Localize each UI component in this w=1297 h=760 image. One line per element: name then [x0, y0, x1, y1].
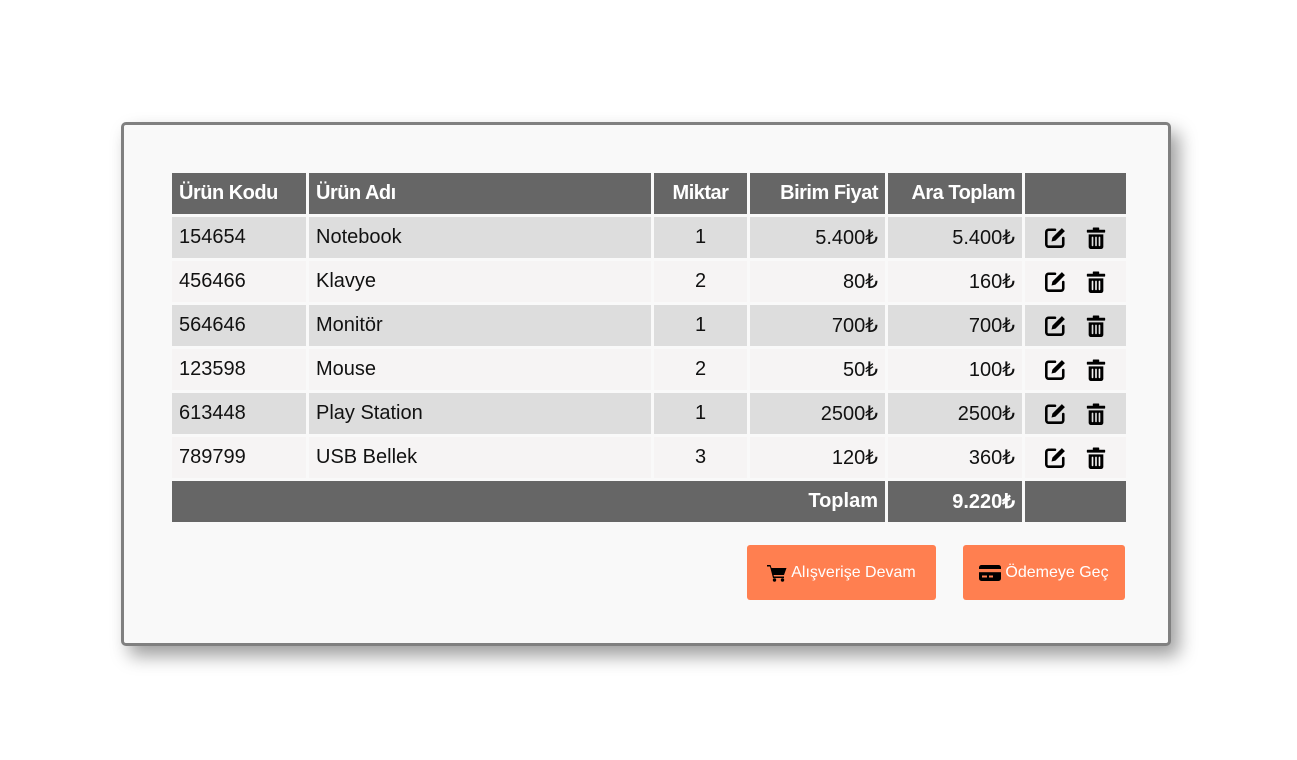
- row-action-buttons: [1042, 401, 1109, 427]
- header-unit-price: Birim Fiyat: [750, 173, 885, 214]
- product-unit-price: 50₺: [750, 349, 885, 390]
- row-action-buttons: [1042, 445, 1109, 471]
- product-quantity: 2: [654, 349, 747, 390]
- trash-icon[interactable]: [1083, 445, 1109, 471]
- table-row: 123598 Mouse 2 50₺ 100₺: [172, 349, 1126, 390]
- product-name: Notebook: [309, 217, 651, 258]
- trash-icon[interactable]: [1083, 225, 1109, 251]
- checkout-label: Ödemeye Geç: [1005, 563, 1109, 581]
- row-action-buttons: [1042, 269, 1109, 295]
- product-quantity: 2: [654, 261, 747, 302]
- product-code: 154654: [172, 217, 306, 258]
- footer-empty-cell: [1025, 481, 1126, 522]
- table-header-row: Ürün Kodu Ürün Adı Miktar Birim Fiyat Ar…: [172, 173, 1126, 214]
- continue-shopping-button[interactable]: Alışverişe Devam: [747, 545, 936, 600]
- product-subtotal: 100₺: [888, 349, 1022, 390]
- table-row: 564646 Monitör 1 700₺ 700₺: [172, 305, 1126, 346]
- row-actions: [1025, 261, 1126, 302]
- product-unit-price: 80₺: [750, 261, 885, 302]
- product-quantity: 1: [654, 393, 747, 434]
- product-unit-price: 120₺: [750, 437, 885, 478]
- product-unit-price: 2500₺: [750, 393, 885, 434]
- header-subtotal: Ara Toplam: [888, 173, 1022, 214]
- edit-icon[interactable]: [1042, 313, 1068, 339]
- edit-icon[interactable]: [1042, 269, 1068, 295]
- table-footer-row: Toplam 9.220₺: [172, 481, 1126, 522]
- row-action-buttons: [1042, 225, 1109, 251]
- product-code: 123598: [172, 349, 306, 390]
- product-subtotal: 700₺: [888, 305, 1022, 346]
- product-code: 564646: [172, 305, 306, 346]
- row-actions: [1025, 437, 1126, 478]
- checkout-button[interactable]: Ödemeye Geç: [963, 545, 1125, 600]
- cart-icon: [767, 564, 787, 582]
- table-row: 789799 USB Bellek 3 120₺ 360₺: [172, 437, 1126, 478]
- table-row: 456466 Klavye 2 80₺ 160₺: [172, 261, 1126, 302]
- trash-icon[interactable]: [1083, 401, 1109, 427]
- row-actions: [1025, 393, 1126, 434]
- product-name: Mouse: [309, 349, 651, 390]
- grand-total: 9.220₺: [888, 481, 1022, 522]
- product-name: USB Bellek: [309, 437, 651, 478]
- total-label: Toplam: [172, 481, 885, 522]
- product-subtotal: 160₺: [888, 261, 1022, 302]
- table-row: 154654 Notebook 1 5.400₺ 5.400₺: [172, 217, 1126, 258]
- edit-icon[interactable]: [1042, 225, 1068, 251]
- header-product-code: Ürün Kodu: [172, 173, 306, 214]
- row-actions: [1025, 305, 1126, 346]
- product-unit-price: 5.400₺: [750, 217, 885, 258]
- credit-card-icon: [979, 564, 1002, 581]
- product-code: 789799: [172, 437, 306, 478]
- product-subtotal: 5.400₺: [888, 217, 1022, 258]
- trash-icon[interactable]: [1083, 357, 1109, 383]
- continue-shopping-label: Alışverişe Devam: [791, 563, 916, 581]
- product-quantity: 1: [654, 305, 747, 346]
- edit-icon[interactable]: [1042, 401, 1068, 427]
- product-quantity: 1: [654, 217, 747, 258]
- row-action-buttons: [1042, 357, 1109, 383]
- product-code: 613448: [172, 393, 306, 434]
- edit-icon[interactable]: [1042, 445, 1068, 471]
- row-action-buttons: [1042, 313, 1109, 339]
- edit-icon[interactable]: [1042, 357, 1068, 383]
- product-subtotal: 360₺: [888, 437, 1022, 478]
- cart-table: Ürün Kodu Ürün Adı Miktar Birim Fiyat Ar…: [169, 170, 1129, 525]
- cart-table-body: 154654 Notebook 1 5.400₺ 5.400₺ 456466 K…: [172, 217, 1126, 478]
- product-quantity: 3: [654, 437, 747, 478]
- header-product-name: Ürün Adı: [309, 173, 651, 214]
- trash-icon[interactable]: [1083, 313, 1109, 339]
- table-row: 613448 Play Station 1 2500₺ 2500₺: [172, 393, 1126, 434]
- header-quantity: Miktar: [654, 173, 747, 214]
- header-actions: [1025, 173, 1126, 214]
- product-name: Monitör: [309, 305, 651, 346]
- trash-icon[interactable]: [1083, 269, 1109, 295]
- row-actions: [1025, 349, 1126, 390]
- row-actions: [1025, 217, 1126, 258]
- product-name: Play Station: [309, 393, 651, 434]
- product-name: Klavye: [309, 261, 651, 302]
- product-unit-price: 700₺: [750, 305, 885, 346]
- product-code: 456466: [172, 261, 306, 302]
- product-subtotal: 2500₺: [888, 393, 1022, 434]
- cart-card: Ürün Kodu Ürün Adı Miktar Birim Fiyat Ar…: [121, 122, 1171, 646]
